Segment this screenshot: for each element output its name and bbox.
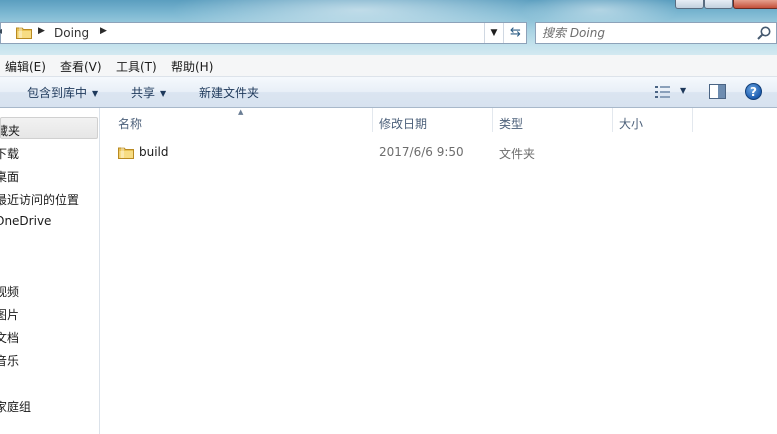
- history-chevron-icon[interactable]: ◂: [0, 26, 2, 37]
- nav-item-homegroup[interactable]: 家庭组: [0, 394, 98, 416]
- help-icon[interactable]: ?: [745, 83, 762, 100]
- nav-item-label: 图片: [0, 308, 20, 322]
- nav-item-label: 最近访问的位置: [0, 193, 80, 207]
- column-header-size[interactable]: 大小: [619, 115, 643, 137]
- command-bar: 包含到库中 ▼ 共享 ▼ 新建文件夹 ▼ ?: [0, 77, 777, 108]
- nav-item-label: 家庭组: [0, 400, 32, 414]
- column-header-modified[interactable]: 修改日期: [379, 115, 427, 137]
- column-divider[interactable]: [492, 108, 493, 132]
- nav-item-label: 视频: [0, 285, 20, 299]
- nav-item-favorites[interactable]: 藏夹: [0, 117, 98, 139]
- menu-tools[interactable]: 工具(T): [116, 58, 157, 75]
- nav-item-music[interactable]: 音乐: [0, 348, 98, 370]
- chevron-down-icon: ▼: [92, 89, 99, 98]
- breadcrumb-doing[interactable]: Doing: [54, 26, 89, 40]
- nav-item-label: OneDrive: [0, 214, 52, 228]
- nav-item-label: 桌面: [0, 170, 20, 184]
- breadcrumb-separator-icon[interactable]: ▶: [38, 26, 45, 36]
- nav-item-label: 音乐: [0, 354, 20, 368]
- search-box[interactable]: [535, 22, 777, 44]
- file-modified-date: 2017/6/6 9:50: [379, 145, 464, 159]
- file-list[interactable]: ▲ 名称 修改日期 类型 大小 build 2017/6/6 9:50 文件夹: [100, 108, 777, 434]
- nav-item-onedrive[interactable]: OneDrive: [0, 210, 98, 232]
- column-header-type[interactable]: 类型: [499, 115, 523, 137]
- nav-item-desktop[interactable]: 桌面: [0, 164, 98, 186]
- navigation-pane: 藏夹 下载 桌面 最近访问的位置 OneDrive 视频 图片 文档 音乐 家庭…: [0, 108, 100, 434]
- window-titlebar: ◂ ▶ Doing ▶ ▼ ⇆: [0, 0, 777, 55]
- include-in-library-label: 包含到库中: [27, 86, 88, 100]
- close-button[interactable]: [733, 0, 777, 9]
- menu-edit[interactable]: 编辑(E): [5, 58, 46, 75]
- chevron-down-icon: ▼: [160, 89, 167, 98]
- refresh-icon[interactable]: ⇆: [503, 23, 527, 43]
- search-input[interactable]: [542, 25, 742, 41]
- column-divider[interactable]: [612, 108, 613, 132]
- column-divider[interactable]: [372, 108, 373, 132]
- nav-item-label: 藏夹: [1, 124, 21, 138]
- nav-item-recent-places[interactable]: 最近访问的位置: [0, 187, 98, 209]
- sort-ascending-icon: ▲: [238, 108, 244, 116]
- file-type: 文件夹: [499, 147, 536, 161]
- preview-pane-icon[interactable]: [709, 84, 726, 99]
- maximize-button[interactable]: [704, 0, 733, 9]
- address-bar[interactable]: ◂ ▶ Doing ▶ ▼ ⇆: [0, 22, 527, 44]
- share-button[interactable]: 共享 ▼: [131, 84, 166, 101]
- nav-item-pictures[interactable]: 图片: [0, 302, 98, 324]
- menu-help[interactable]: 帮助(H): [171, 58, 213, 75]
- folder-icon: [118, 147, 134, 159]
- views-icon[interactable]: [655, 85, 671, 99]
- share-label: 共享: [131, 86, 156, 100]
- column-divider[interactable]: [692, 108, 693, 132]
- new-folder-button[interactable]: 新建文件夹: [199, 84, 259, 101]
- search-icon[interactable]: [756, 25, 772, 41]
- nav-item-videos[interactable]: 视频: [0, 279, 98, 301]
- file-name[interactable]: build: [139, 145, 169, 159]
- column-header-name[interactable]: 名称: [118, 115, 142, 137]
- nav-item-downloads[interactable]: 下载: [0, 141, 98, 163]
- views-dropdown-icon[interactable]: ▼: [680, 86, 686, 95]
- nav-item-label: 下载: [0, 147, 20, 161]
- file-row[interactable]: build 2017/6/6 9:50 文件夹: [100, 142, 777, 164]
- breadcrumb-separator-icon[interactable]: ▶: [100, 26, 107, 36]
- nav-item-documents[interactable]: 文档: [0, 325, 98, 347]
- include-in-library-button[interactable]: 包含到库中 ▼: [27, 84, 98, 101]
- nav-item-label: 文档: [0, 331, 20, 345]
- menu-view[interactable]: 查看(V): [60, 58, 102, 75]
- menu-bar: 编辑(E) 查看(V) 工具(T) 帮助(H): [0, 55, 777, 77]
- address-history-dropdown[interactable]: ▼: [484, 23, 503, 43]
- minimize-button[interactable]: [675, 0, 704, 9]
- folder-icon: [16, 27, 32, 39]
